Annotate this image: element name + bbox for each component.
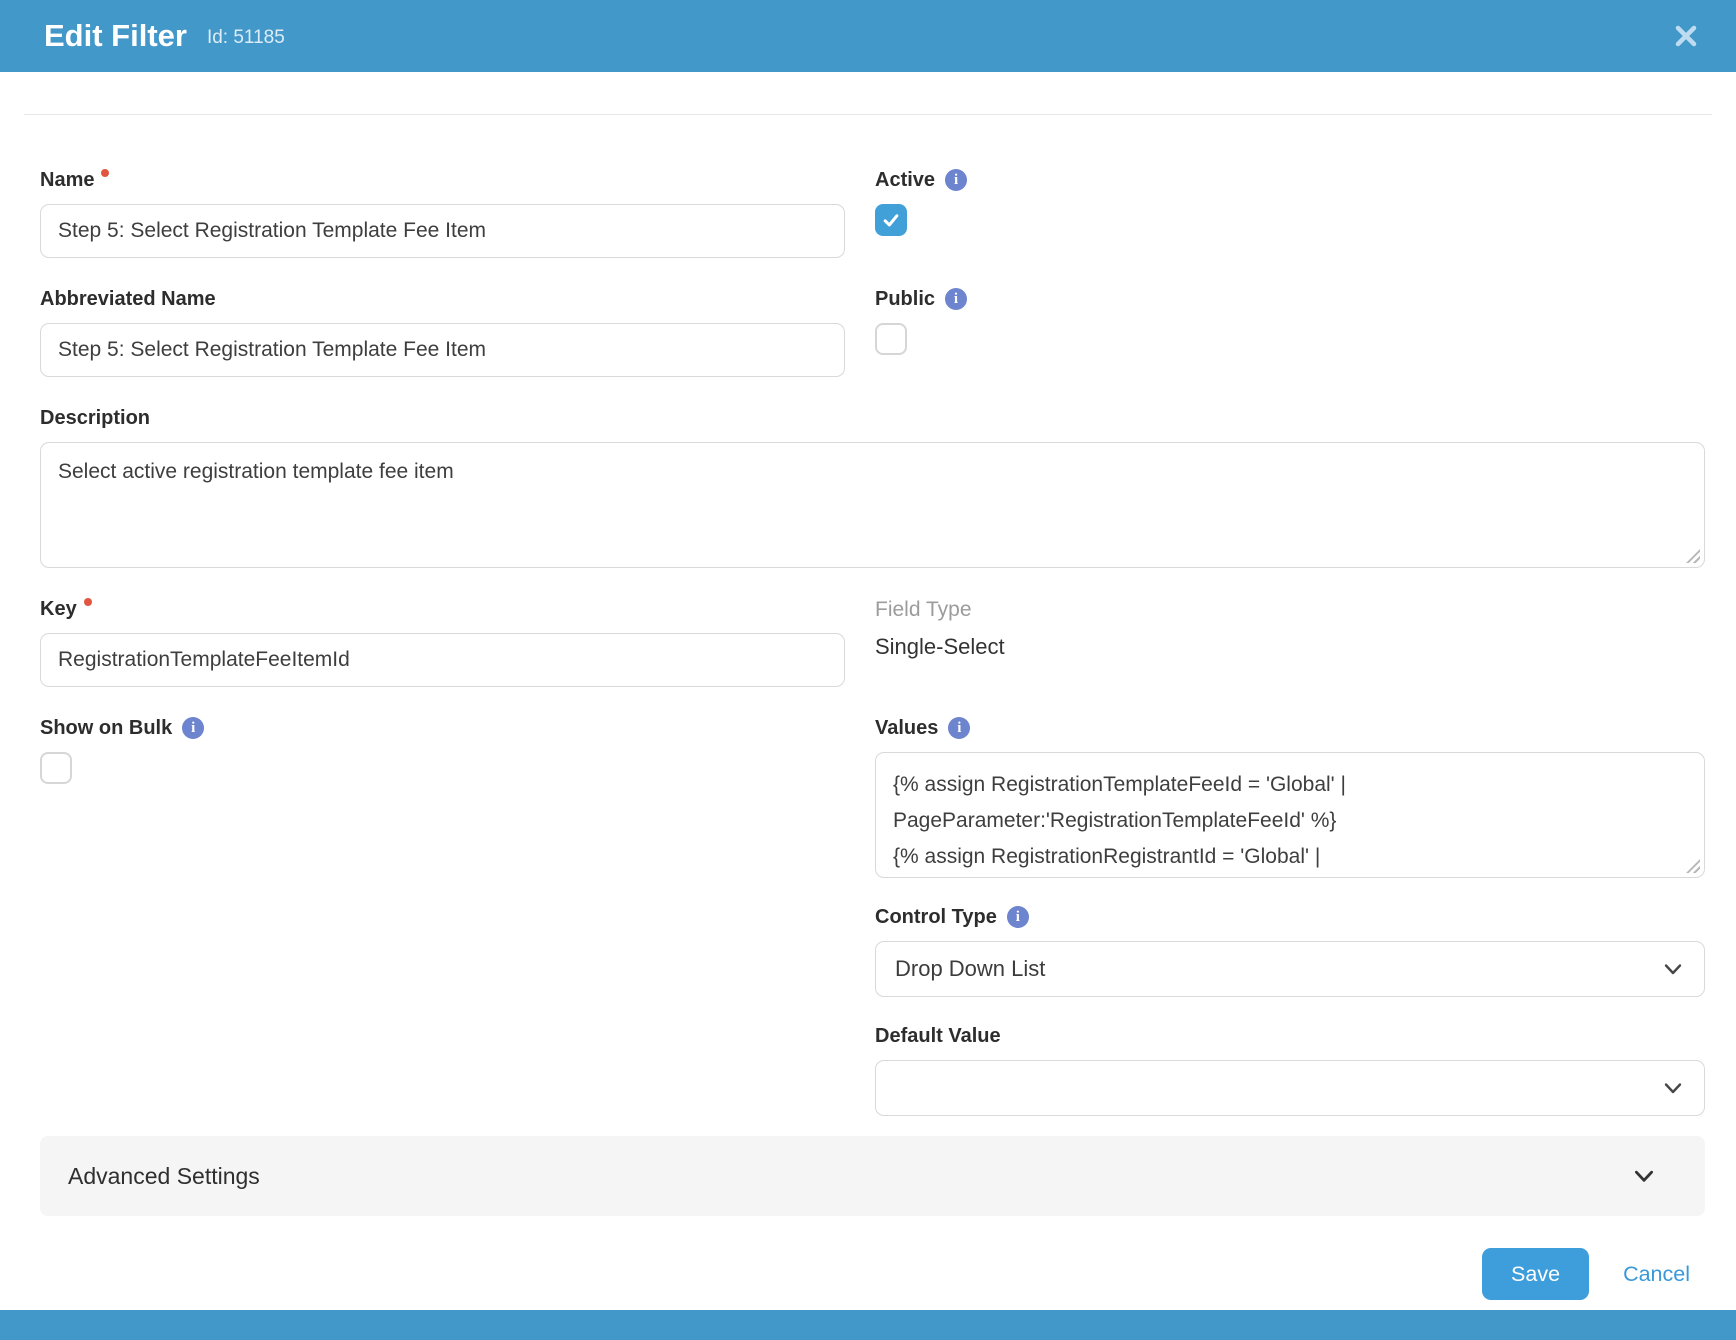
- key-field-group: Key: [40, 598, 845, 687]
- chevron-down-icon: [1661, 957, 1685, 981]
- info-icon[interactable]: i: [1007, 906, 1029, 928]
- required-indicator: [84, 598, 92, 606]
- name-field-group: Name: [40, 169, 845, 258]
- abbreviated-name-label: Abbreviated Name: [40, 288, 845, 310]
- key-input[interactable]: [40, 633, 845, 687]
- close-icon: [1673, 23, 1699, 49]
- advanced-settings-label: Advanced Settings: [68, 1163, 260, 1190]
- control-type-select[interactable]: Drop Down List: [875, 941, 1705, 997]
- modal-title: Edit Filter: [44, 18, 187, 54]
- abbreviated-name-input[interactable]: [40, 323, 845, 377]
- info-icon[interactable]: i: [945, 288, 967, 310]
- control-type-selected-value: Drop Down List: [895, 956, 1045, 982]
- description-textarea[interactable]: Select active registration template fee …: [40, 442, 1705, 568]
- key-label: Key: [40, 598, 845, 620]
- checkmark-icon: [881, 210, 901, 230]
- name-label: Name: [40, 169, 845, 191]
- chevron-down-icon: [1631, 1163, 1657, 1189]
- info-icon[interactable]: i: [182, 717, 204, 739]
- show-on-bulk-checkbox[interactable]: [40, 752, 72, 784]
- close-button[interactable]: [1672, 22, 1700, 50]
- modal-footer: Save Cancel: [1482, 1248, 1690, 1300]
- chevron-down-icon: [1661, 1076, 1685, 1100]
- default-value-label-text: Default Value: [875, 1025, 1001, 1047]
- show-on-bulk-label-text: Show on Bulk: [40, 717, 172, 739]
- show-on-bulk-field-group: Show on Bulk i: [40, 717, 845, 1086]
- public-label: Public i: [875, 288, 1705, 310]
- abbreviated-name-label-text: Abbreviated Name: [40, 288, 216, 310]
- save-button[interactable]: Save: [1482, 1248, 1589, 1300]
- values-textarea[interactable]: {% assign RegistrationTemplateFeeId = 'G…: [875, 752, 1705, 878]
- field-type-group: Field Type Single-Select: [875, 598, 1705, 687]
- required-indicator: [101, 169, 109, 177]
- values-label: Values i: [875, 717, 1705, 739]
- header-divider: [24, 114, 1712, 115]
- field-type-value: Single-Select: [875, 634, 1705, 660]
- key-label-text: Key: [40, 598, 77, 620]
- info-icon[interactable]: i: [948, 717, 970, 739]
- name-label-text: Name: [40, 169, 94, 191]
- edit-filter-form: Name Active i Abbreviated Name Public i: [40, 169, 1705, 1116]
- default-value-label: Default Value: [875, 1025, 1705, 1047]
- advanced-settings-toggle[interactable]: Advanced Settings: [40, 1136, 1705, 1216]
- cancel-link[interactable]: Cancel: [1623, 1262, 1690, 1287]
- description-field-group: Description Select active registration t…: [40, 407, 1705, 568]
- active-label-text: Active: [875, 169, 935, 191]
- description-label-text: Description: [40, 407, 150, 429]
- modal-header: Edit Filter Id: 51185: [0, 0, 1736, 72]
- modal-id: Id: 51185: [207, 27, 285, 49]
- abbreviated-name-field-group: Abbreviated Name: [40, 288, 845, 377]
- control-type-label-text: Control Type: [875, 906, 997, 928]
- right-column-stack: Values i {% assign RegistrationTemplateF…: [875, 717, 1705, 1116]
- public-label-text: Public: [875, 288, 935, 310]
- active-field-group: Active i: [875, 169, 1705, 258]
- active-checkbox[interactable]: [875, 204, 907, 236]
- control-type-field-group: Control Type i Drop Down List: [875, 906, 1705, 997]
- values-label-text: Values: [875, 717, 938, 739]
- public-checkbox[interactable]: [875, 323, 907, 355]
- name-input[interactable]: [40, 204, 845, 258]
- info-icon[interactable]: i: [945, 169, 967, 191]
- active-label: Active i: [875, 169, 1705, 191]
- field-type-label: Field Type: [875, 598, 1705, 622]
- show-on-bulk-label: Show on Bulk i: [40, 717, 845, 739]
- page-background-strip: [0, 1310, 1736, 1340]
- default-value-select[interactable]: [875, 1060, 1705, 1116]
- public-field-group: Public i: [875, 288, 1705, 377]
- values-field-group: Values i {% assign RegistrationTemplateF…: [875, 717, 1705, 878]
- control-type-label: Control Type i: [875, 906, 1705, 928]
- default-value-field-group: Default Value: [875, 1025, 1705, 1116]
- description-label: Description: [40, 407, 1705, 429]
